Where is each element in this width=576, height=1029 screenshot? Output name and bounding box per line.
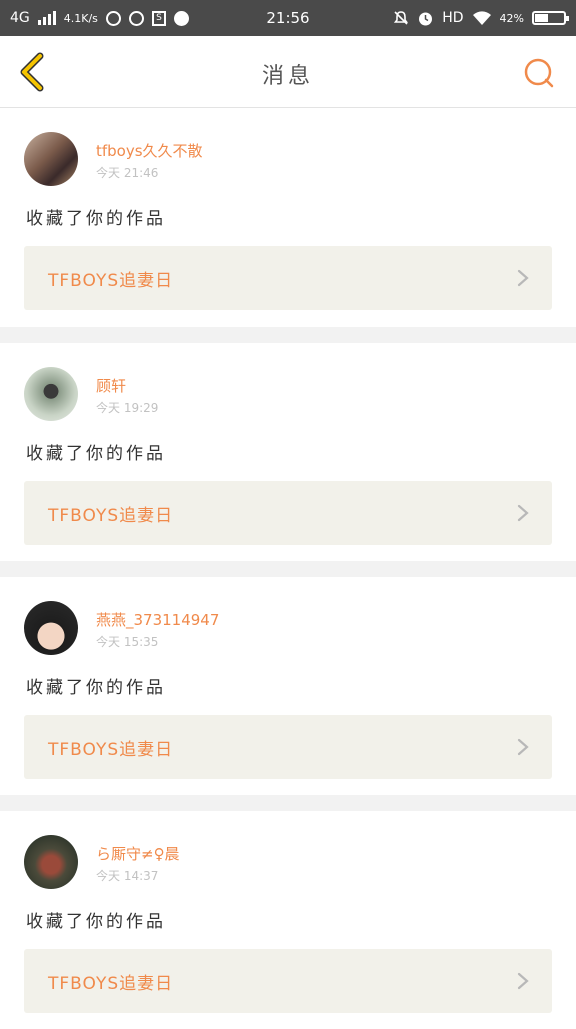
weibo-icon bbox=[128, 10, 144, 26]
search-icon[interactable] bbox=[520, 54, 558, 92]
hd-indicator: HD bbox=[442, 10, 464, 26]
avatar[interactable] bbox=[24, 367, 78, 421]
work-link[interactable]: TFBOYS追妻日 bbox=[24, 246, 552, 310]
battery-icon bbox=[532, 11, 569, 25]
work-title: TFBOYS追妻日 bbox=[48, 271, 174, 291]
message-item: 燕燕_373114947 今天 15:35 收藏了你的作品 TFBOYS追妻日 bbox=[0, 577, 576, 795]
message-time: 今天 14:37 bbox=[96, 869, 159, 883]
page-title: 消息 bbox=[261, 64, 314, 89]
message-item: tfboys久久不散 今天 21:46 收藏了你的作品 TFBOYS追妻日 bbox=[0, 108, 576, 327]
message-time: 今天 19:29 bbox=[96, 401, 159, 415]
chevron-right-icon bbox=[517, 269, 529, 287]
header-bar: 消息 bbox=[0, 36, 576, 108]
work-link[interactable]: TFBOYS追妻日 bbox=[24, 715, 552, 779]
message-action: 收藏了你的作品 bbox=[26, 209, 166, 229]
status-bar-left: 4G 4.1K/s S bbox=[10, 10, 189, 26]
message-item: 顾轩 今天 19:29 收藏了你的作品 TFBOYS追妻日 bbox=[0, 343, 576, 561]
user-name[interactable]: tfboys久久不散 bbox=[96, 140, 203, 161]
message-action: 收藏了你的作品 bbox=[26, 678, 166, 698]
avatar[interactable] bbox=[24, 132, 78, 186]
work-link[interactable]: TFBOYS追妻日 bbox=[24, 949, 552, 1013]
status-bar-right: HD 42% bbox=[393, 10, 569, 27]
message-time: 今天 15:35 bbox=[96, 635, 159, 649]
work-title: TFBOYS追妻日 bbox=[48, 740, 174, 760]
chat-bubble-icon bbox=[173, 10, 189, 26]
work-link[interactable]: TFBOYS追妻日 bbox=[24, 481, 552, 545]
message-item: ら厮守≠♀晨 今天 14:37 收藏了你的作品 TFBOYS追妻日 bbox=[0, 811, 576, 1029]
message-action: 收藏了你的作品 bbox=[26, 912, 166, 932]
separator bbox=[0, 561, 576, 577]
message-time: 今天 21:46 bbox=[96, 166, 159, 180]
s-app-icon: S bbox=[151, 10, 166, 26]
status-bar: 4G 4.1K/s S 21:56 HD 42% bbox=[0, 0, 576, 36]
chevron-right-icon bbox=[517, 504, 529, 522]
avatar[interactable] bbox=[24, 835, 78, 889]
battery-percent: 42% bbox=[499, 11, 524, 25]
mute-bell-icon bbox=[394, 11, 409, 25]
separator bbox=[0, 327, 576, 343]
wifi-icon bbox=[472, 11, 491, 25]
chevron-right-icon bbox=[517, 738, 529, 756]
network-type: 4G bbox=[10, 10, 30, 26]
alarm-icon bbox=[419, 12, 433, 25]
separator bbox=[0, 795, 576, 811]
network-speed: 4.1K/s bbox=[63, 11, 98, 25]
work-title: TFBOYS追妻日 bbox=[48, 974, 174, 994]
user-name[interactable]: 顾轩 bbox=[96, 375, 126, 396]
avatar[interactable] bbox=[24, 601, 78, 655]
work-title: TFBOYS追妻日 bbox=[48, 506, 174, 526]
user-name[interactable]: 燕燕_373114947 bbox=[96, 609, 219, 630]
chevron-right-icon bbox=[517, 972, 529, 990]
app-notification-icon bbox=[105, 10, 121, 26]
user-name[interactable]: ら厮守≠♀晨 bbox=[96, 843, 180, 864]
message-action: 收藏了你的作品 bbox=[26, 444, 166, 464]
signal-icon bbox=[37, 11, 56, 25]
message-list: tfboys久久不散 今天 21:46 收藏了你的作品 TFBOYS追妻日 顾轩… bbox=[0, 108, 576, 1029]
